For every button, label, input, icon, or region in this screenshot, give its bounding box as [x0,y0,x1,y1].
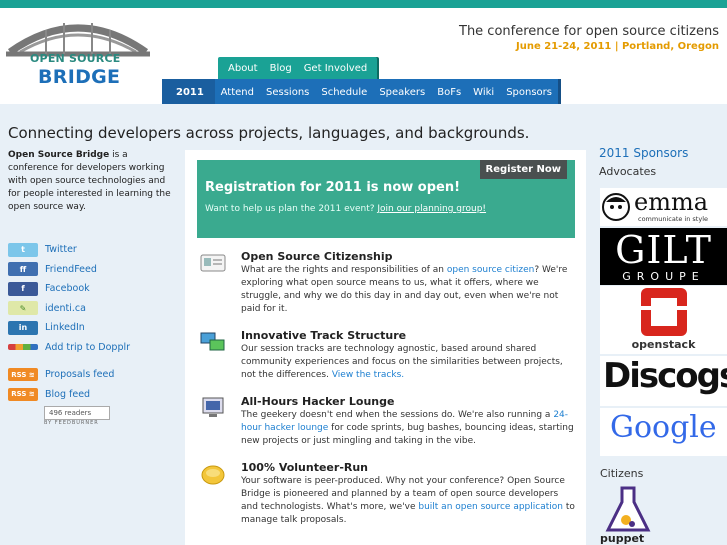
registration-title: Registration for 2011 is now open! [205,180,461,195]
subnav-get-involved[interactable]: Get Involved [298,63,374,74]
social-label: FriendFeed [45,263,97,275]
discogs-wordmark: Discogs [603,356,727,396]
feature-title: All-Hours Hacker Lounge [241,395,395,408]
feedburner-count[interactable]: 496 readers [44,406,110,420]
view-tracks-link[interactable]: View the tracks. [332,370,404,380]
feed-link-blog[interactable]: RSS ≋ Blog feed [8,385,183,405]
sponsor-google[interactable]: Google [600,408,727,456]
nav-bofs[interactable]: BoFs [431,87,467,98]
nav-schedule[interactable]: Schedule [315,87,373,98]
facebook-icon: f [8,281,38,296]
feature-text: What are the rights and responsibilities… [241,265,568,314]
register-now-button[interactable]: Register Now [479,160,567,179]
sponsor-openstack[interactable]: openstack [600,286,727,354]
main-nav: 2011 ▾ Attend Sessions Schedule Speakers… [162,79,558,125]
sponsor-gilt[interactable]: GILT GROUPE [600,228,727,285]
open-source-citizen-link[interactable]: open source citizen [447,265,535,275]
nav-sponsors[interactable]: Sponsors [500,87,558,98]
registration-question: Want to help us plan the 2011 event? [205,204,375,214]
gilt-groupe: GROUPE [622,270,705,283]
social-link-friendfeed[interactable]: ff FriendFeed [8,260,183,280]
sponsor-puppet[interactable]: puppet [600,486,660,545]
social-link-facebook[interactable]: f Facebook [8,279,183,299]
feature-title: Open Source Citizenship [241,250,393,263]
feature-title: Innovative Track Structure [241,329,407,342]
nav-attend[interactable]: Attend [215,87,260,98]
feed-label: Blog feed [45,388,91,400]
openstack-wordmark: openstack [631,338,696,351]
feature-text: Our session tracks are technology agnost… [241,344,563,380]
nav-wiki[interactable]: Wiki [467,87,500,98]
feature-title: 100% Volunteer-Run [241,461,369,474]
sponsors-title: 2011 Sponsors [599,146,689,160]
subnav-about[interactable]: About [222,63,264,74]
emma-tagline: communicate in style [638,215,709,223]
registration-banner: Register Now Registration for 2011 is no… [197,160,575,238]
puppet-flask-icon [605,486,651,532]
twitter-icon: t [8,242,38,257]
citizens-heading: Citizens [600,467,644,480]
nav-speakers[interactable]: Speakers [373,87,431,98]
feed-label: Proposals feed [45,369,115,381]
rss-icon: RSS ≋ [8,387,38,401]
gilt-wordmark: GILT [615,228,712,272]
social-label: Facebook [45,283,90,295]
coin-icon [201,465,225,485]
monitor-icon [202,397,224,417]
social-link-linkedin[interactable]: in LinkedIn [8,318,183,338]
openstack-logo-icon [641,288,687,336]
social-link-identica[interactable]: ✎ identi.ca [8,299,183,319]
nav-sessions[interactable]: Sessions [260,87,315,98]
emma-wordmark: emma [634,188,709,216]
event-dates: June 21-24, 2011 | Portland, Oregon [516,41,719,52]
year-dropdown[interactable]: 2011 ▾ [162,79,215,125]
feedburner-caption: BY FEEDBURNER [44,420,99,426]
social-label: Twitter [45,244,77,256]
id-card-icon [200,254,226,272]
intro-name: Open Source Bridge [8,150,110,160]
sponsors-sidebar: 2011 Sponsors Advocates [599,146,727,178]
identica-icon: ✎ [8,301,38,316]
social-label: identi.ca [45,302,86,314]
open-source-app-link[interactable]: built an open source application [418,502,563,512]
google-wordmark: Google [610,410,717,445]
page-headline: Connecting developers across projects, l… [8,124,530,142]
friendfeed-icon: ff [8,262,38,277]
feature-text: The geekery doesn't end when the session… [241,410,574,446]
social-link-dopplr[interactable]: Add trip to Dopplr [8,338,183,358]
social-label: LinkedIn [45,322,85,334]
top-accent-bar [0,0,727,8]
logo-text-top: OPEN SOURCE [30,52,121,65]
feed-link-proposals[interactable]: RSS ≋ Proposals feed [8,365,183,385]
planning-group-link[interactable]: Join our planning group! [377,204,486,214]
linkedin-icon: in [8,320,38,335]
logo-text-bottom: BRIDGE [38,66,121,88]
advocates-heading: Advocates [599,165,657,178]
social-link-twitter[interactable]: t Twitter [8,240,183,260]
social-links: t Twitter ff FriendFeed f Facebook ✎ ide… [8,240,183,404]
subnav-blog[interactable]: Blog [264,63,298,74]
registration-subtext: Want to help us plan the 2011 event? Joi… [205,204,486,214]
secondary-nav: About Blog Get Involved [218,57,378,79]
sponsor-emma[interactable]: emma communicate in style [600,188,727,226]
sponsor-discogs[interactable]: Discogs [600,356,727,406]
network-computers-icon [200,332,225,351]
rss-icon: RSS ≋ [8,368,38,382]
feature-text: Your software is peer-produced. Why not … [241,476,575,525]
dopplr-icon [8,344,38,351]
puppet-wordmark: puppet [600,532,645,545]
site-tagline: The conference for open source citizens [459,24,719,39]
social-label: Add trip to Dopplr [45,341,131,353]
intro-text: Open Source Bridge is a conference for d… [8,149,178,214]
